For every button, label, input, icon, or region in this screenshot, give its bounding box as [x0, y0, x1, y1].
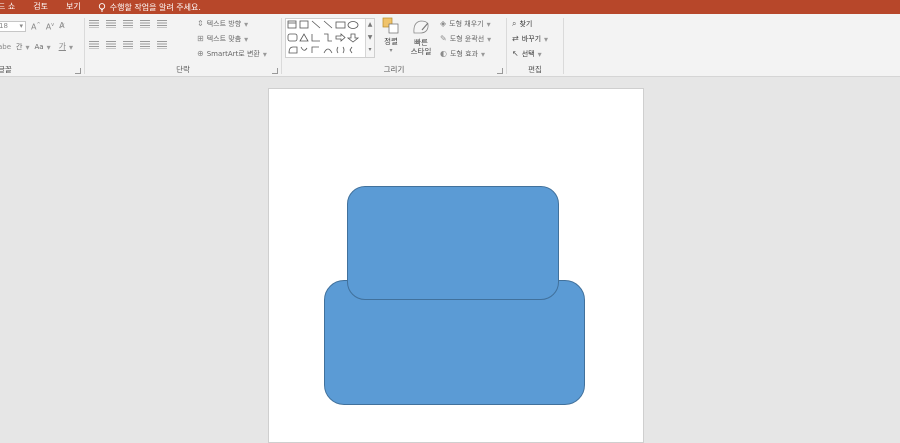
align-text-button[interactable]: ⊞ 텍스트 맞춤 ▾	[197, 33, 248, 45]
justify-icon[interactable]	[140, 41, 150, 53]
increase-indent-icon[interactable]	[140, 20, 150, 32]
bullets-icon[interactable]	[89, 20, 99, 32]
align-text-label: 텍스트 맞춤	[206, 35, 242, 43]
rounded-rectangle-top-shape[interactable]	[347, 186, 559, 300]
smartart-button[interactable]: ⊕ SmartArt로 변환 ▾	[197, 48, 267, 60]
font-group-label: 글꼴	[0, 65, 12, 74]
font-color-button[interactable]: 가 ▾	[59, 41, 73, 53]
drawing-dialog-launcher-icon[interactable]	[497, 68, 503, 74]
smartart-icon: ⊕	[197, 49, 204, 58]
change-case-button[interactable]: Aa ▾	[35, 43, 51, 52]
align-text-icon: ⊞	[197, 34, 204, 43]
editing-group: ⌕ 찾기 ⇄ 바꾸기 ▾ ↖ 선택 ▾ 편집	[507, 14, 563, 77]
tab-view[interactable]: 보기	[57, 0, 90, 14]
drawing-group-label: 그리기	[383, 65, 405, 74]
tab-slide-show[interactable]: 드 쇼	[0, 0, 24, 14]
smartart-label: SmartArt로 변환	[206, 50, 260, 58]
paragraph-dialog-launcher-icon[interactable]	[272, 68, 278, 74]
replace-button[interactable]: ⇄ 바꾸기 ▾	[512, 33, 548, 45]
drawing-group: 그리기	[282, 14, 506, 77]
ribbon-tab-bar: 드 쇼 검토 보기 수행할 작업을 알려 주세요.	[0, 0, 900, 14]
chevron-down-icon: ▾	[19, 21, 23, 30]
slide-canvas[interactable]	[268, 88, 644, 443]
replace-icon: ⇄	[512, 34, 519, 43]
shadow-text-icon[interactable]: abe	[0, 41, 11, 53]
select-button[interactable]: ↖ 선택 ▾	[512, 48, 542, 60]
change-case-label: Aa	[34, 43, 44, 51]
paragraph-group: ⇕ 텍스트 방향 ▾ ⊞ 텍스트 맞춤 ▾ ⊕ SmartArt로 변환 ▾ 단락	[85, 14, 281, 77]
align-right-icon[interactable]	[123, 41, 133, 53]
clear-formatting-icon[interactable]: A̷	[59, 20, 64, 32]
character-spacing-button[interactable]: 간 ▾	[16, 42, 29, 52]
text-direction-icon: ⇕	[197, 19, 204, 28]
line-spacing-icon[interactable]	[157, 20, 167, 32]
tell-me-text: 수행할 작업을 알려 주세요.	[109, 2, 201, 12]
font-group: 18 ▾ A^ Av A̷ abe 간 ▾ Aa ▾ 가 ▾ 글꼴	[0, 14, 84, 77]
paragraph-group-label: 단락	[176, 65, 190, 74]
text-direction-label: 텍스트 방향	[206, 20, 242, 28]
find-button[interactable]: ⌕ 찾기	[512, 18, 532, 30]
character-spacing-label: 간	[16, 43, 23, 51]
lightbulb-icon	[98, 2, 105, 12]
text-direction-button[interactable]: ⇕ 텍스트 방향 ▾	[197, 18, 248, 30]
align-left-icon[interactable]	[89, 41, 99, 53]
cursor-arrow-icon: ↖	[512, 49, 519, 58]
tab-review[interactable]: 검토	[24, 0, 57, 14]
group-divider	[563, 18, 564, 74]
replace-label: 바꾸기	[521, 35, 542, 43]
decrease-font-icon[interactable]: Av	[46, 19, 54, 34]
columns-icon[interactable]	[157, 41, 167, 53]
find-label: 찾기	[519, 20, 533, 28]
editing-group-label: 편집	[528, 65, 542, 74]
increase-font-icon[interactable]: A^	[31, 19, 41, 34]
numbering-icon[interactable]	[106, 20, 116, 32]
ribbon: 18 ▾ A^ Av A̷ abe 간 ▾ Aa ▾ 가 ▾ 글꼴 ⇕ 텍스트 …	[0, 14, 900, 77]
font-size-box[interactable]: 18 ▾	[0, 20, 26, 32]
font-dialog-launcher-icon[interactable]	[75, 68, 81, 74]
magnifier-icon: ⌕	[512, 19, 517, 28]
font-color-icon: 가	[58, 42, 66, 51]
tell-me-box[interactable]: 수행할 작업을 알려 주세요.	[90, 2, 201, 13]
select-label: 선택	[521, 50, 535, 58]
align-center-icon[interactable]	[106, 41, 116, 53]
decrease-indent-icon[interactable]	[123, 20, 133, 32]
font-size-value: 18	[0, 21, 8, 30]
